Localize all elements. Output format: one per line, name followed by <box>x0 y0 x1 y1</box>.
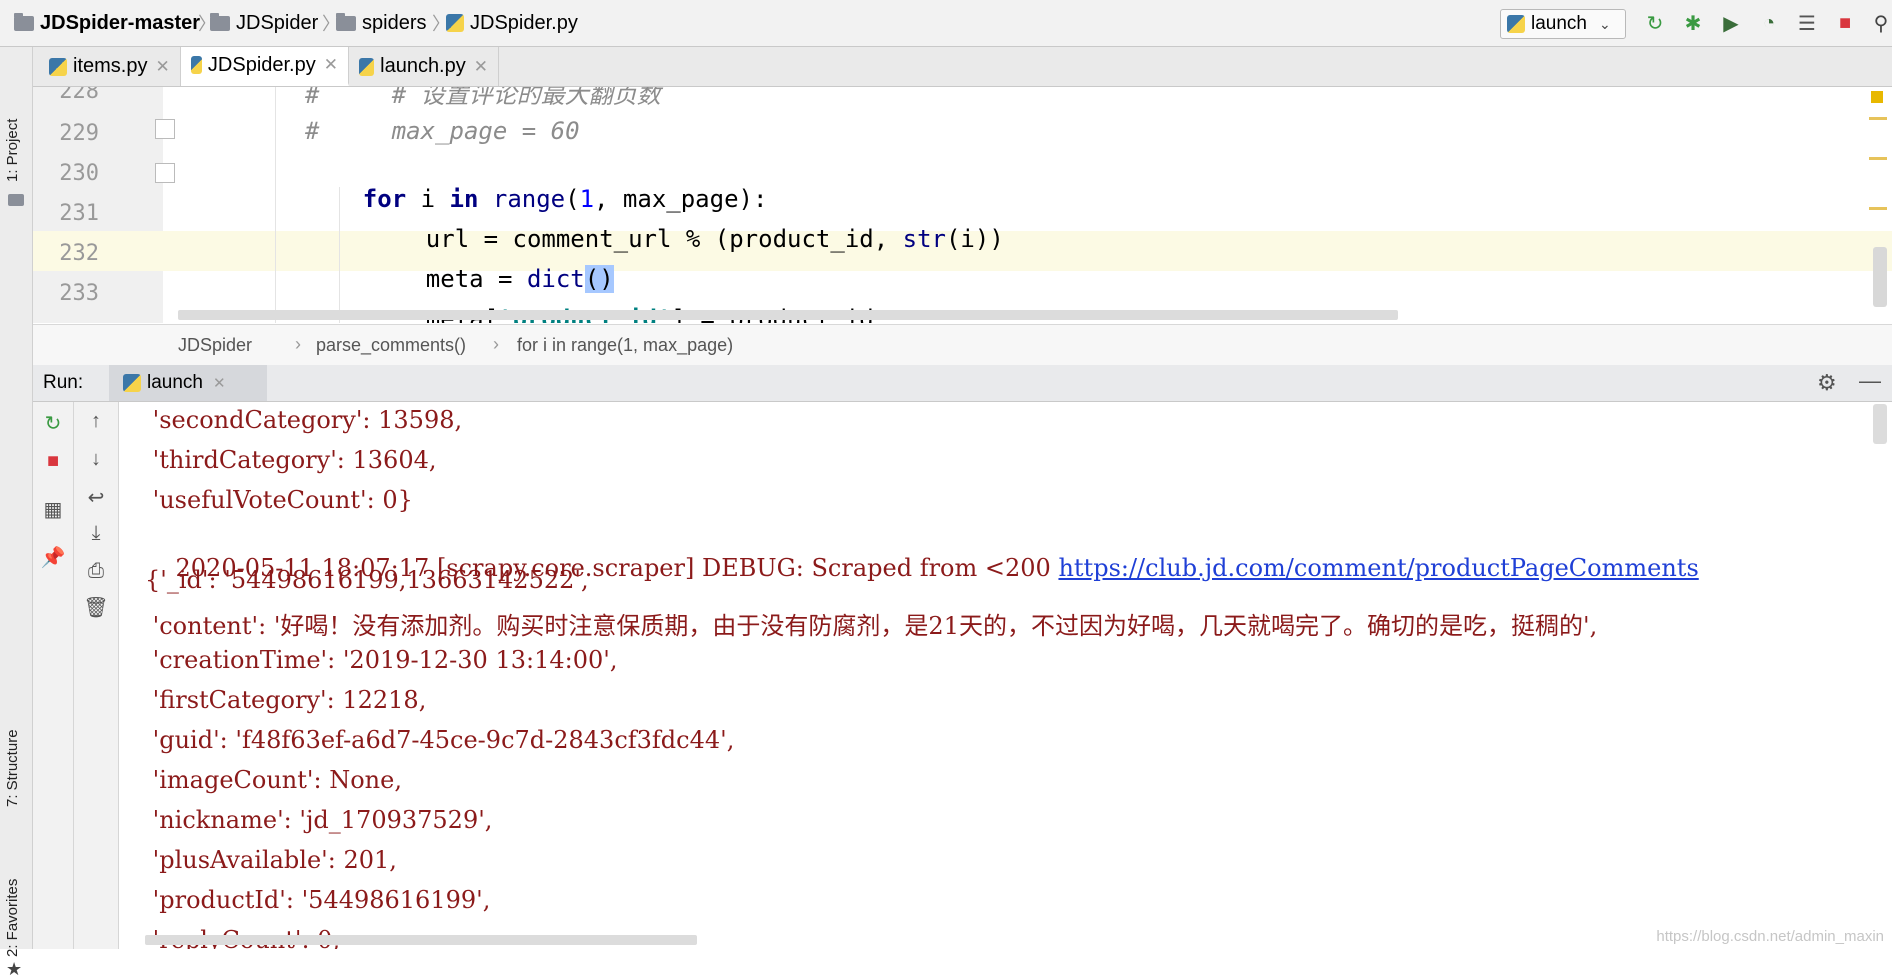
minimize-icon[interactable]: — <box>1859 368 1881 394</box>
run-list-icon[interactable]: ☰ <box>1796 12 1818 35</box>
run-coverage-icon[interactable]: ▶ <box>1720 12 1742 35</box>
folder-icon <box>8 194 24 206</box>
gear-icon[interactable]: ⚙ <box>1817 370 1837 396</box>
tab-jdspider-py[interactable]: JDSpider.py ✕ <box>181 47 349 86</box>
indent-guide <box>275 87 276 323</box>
console-line: 'firstCategory': 12218, <box>145 686 427 714</box>
console-line: 'content': '好喝！没有添加剂。购买时注意保质期，由于没有防腐剂，是2… <box>145 612 1598 640</box>
close-icon[interactable]: ✕ <box>213 374 226 392</box>
search-icon[interactable]: ⚲ <box>1870 12 1892 35</box>
line-number: 232 <box>59 241 99 266</box>
python-file-icon <box>191 56 202 74</box>
console-vertical-scrollbar[interactable] <box>1873 404 1887 444</box>
star-icon: ★ <box>6 959 23 979</box>
console-line: 'guid': 'f48f63ef-a6d7-45ce-9c7d-2843cf3… <box>145 726 735 754</box>
console-toolbar-primary: ↻ ■ ▦ 📌 <box>33 402 74 949</box>
code-line-229: # max_page = 60 <box>305 117 580 145</box>
console-line: 'imageCount': None, <box>145 766 402 794</box>
line-number: 231 <box>59 201 99 226</box>
close-icon[interactable]: ✕ <box>324 55 338 75</box>
horizontal-scrollbar[interactable] <box>178 310 1398 320</box>
navigation-bar: JDSpider-master 〉 JDSpider 〉 spiders 〉 J… <box>0 0 1892 47</box>
close-icon[interactable]: ✕ <box>155 57 169 77</box>
stop-icon[interactable]: ■ <box>33 446 73 476</box>
line-number: 229 <box>59 121 99 146</box>
nav-crumb-folder[interactable]: JDSpider <box>210 10 318 36</box>
console-line: 'thirdCategory': 13604, <box>145 446 437 474</box>
debug-bug-icon[interactable]: ✱ <box>1682 12 1704 35</box>
error-stripe-mark[interactable] <box>1869 157 1887 160</box>
console-line: 'usefulVoteCount': 0} <box>145 486 413 514</box>
rerun-icon[interactable]: ↻ <box>33 408 73 438</box>
line-number: 233 <box>59 281 99 306</box>
nav-crumb-project[interactable]: JDSpider-master <box>14 10 200 36</box>
print-icon[interactable]: ⎙ <box>76 556 116 586</box>
python-icon <box>1507 15 1525 33</box>
console-line: 'productId': '54498616199', <box>145 886 491 914</box>
console-line: 'creationTime': '2019-12-30 13:14:00', <box>145 646 618 674</box>
structure-tool-tab[interactable]: 7: Structure <box>4 729 21 807</box>
chevron-right-icon: › <box>493 334 499 354</box>
project-tool-tab[interactable]: 1: Project <box>4 119 21 182</box>
console-line: 'nickname': 'jd_170937529', <box>145 806 493 834</box>
vertical-scrollbar[interactable] <box>1873 247 1887 307</box>
run-tab-launch[interactable]: launch ✕ <box>109 365 267 401</box>
fold-marker-icon[interactable] <box>155 119 175 139</box>
watermark-text: https://blog.csdn.net/admin_maxin <box>1656 928 1884 945</box>
chevron-right-icon: › <box>295 334 301 354</box>
nav-crumb-file[interactable]: JDSpider.py <box>446 10 578 36</box>
console-line: 'secondCategory': 13598, <box>145 406 463 434</box>
profile-icon[interactable]: ◔ <box>1758 12 1780 34</box>
error-stripe-mark[interactable] <box>1869 207 1887 210</box>
console-toolbar-secondary: ↑ ↓ ↩ ⤓ ⎙ 🗑 <box>74 402 119 949</box>
chevron-down-icon: ⌄ <box>1599 15 1611 32</box>
run-label: Run: <box>43 372 84 393</box>
line-number: 228 <box>59 87 99 104</box>
inspection-warning-icon[interactable] <box>1871 91 1883 103</box>
soft-wrap-icon[interactable]: ↩ <box>76 482 116 512</box>
folder-icon <box>336 12 356 31</box>
console-line: 'plusAvailable': 201, <box>145 846 397 874</box>
indent-guide <box>339 187 340 323</box>
layout-icon[interactable]: ▦ <box>33 494 73 524</box>
console-url-link[interactable]: https://club.jd.com/comment/productPageC… <box>1058 554 1698 582</box>
editor-breadcrumb: JDSpider › parse_comments() › for i in r… <box>33 324 1892 366</box>
left-tool-strip: 1: Project 7: Structure 2: Favorites ★ <box>0 47 33 979</box>
tab-items-py[interactable]: items.py ✕ <box>39 47 181 86</box>
tab-launch-py[interactable]: launch.py ✕ <box>349 47 499 86</box>
console-line: {'_id': '54498616199,13663142522', <box>145 566 589 594</box>
folder-icon <box>210 12 230 31</box>
breadcrumb-class[interactable]: JDSpider <box>178 335 252 356</box>
python-file-icon <box>446 14 464 32</box>
python-file-icon <box>359 57 375 76</box>
folder-icon <box>14 12 34 31</box>
pin-icon[interactable]: 📌 <box>33 542 73 572</box>
console-horizontal-scrollbar[interactable] <box>145 935 697 945</box>
stop-icon[interactable]: ■ <box>1834 12 1856 34</box>
line-number: 230 <box>59 161 99 186</box>
code-editor[interactable]: 228 229 230 231 232 233 # # 设置评论的最大翻页数 #… <box>33 87 1892 323</box>
rerun-icon[interactable]: ↻ <box>1644 12 1666 35</box>
python-file-icon <box>49 57 67 76</box>
run-tool-window-header: Run: launch ✕ ⚙ — <box>33 365 1892 402</box>
run-configuration-select[interactable]: launch ⌄ <box>1500 9 1626 39</box>
favorites-tool-tab[interactable]: 2: Favorites <box>4 879 21 957</box>
error-stripe-mark[interactable] <box>1869 117 1887 120</box>
editor-tab-bar: items.py ✕ JDSpider.py ✕ launch.py ✕ <box>33 47 1892 87</box>
breadcrumb-method[interactable]: parse_comments() <box>316 335 466 356</box>
run-console[interactable]: ↻ ■ ▦ 📌 ↑ ↓ ↩ ⤓ ⎙ 🗑 'secondCategory': 13… <box>33 402 1892 949</box>
trash-icon[interactable]: 🗑 <box>76 592 116 622</box>
breadcrumb-loop[interactable]: for i in range(1, max_page) <box>517 335 733 356</box>
nav-crumb-spiders[interactable]: spiders <box>336 10 426 36</box>
code-line-228: # # 设置评论的最大翻页数 <box>305 87 661 109</box>
scroll-to-end-icon[interactable]: ⤓ <box>76 518 116 548</box>
fold-marker-icon[interactable] <box>155 163 175 183</box>
close-icon[interactable]: ✕ <box>474 57 488 77</box>
python-icon <box>123 374 141 392</box>
arrow-down-icon[interactable]: ↓ <box>76 444 116 474</box>
arrow-up-icon[interactable]: ↑ <box>76 406 116 436</box>
